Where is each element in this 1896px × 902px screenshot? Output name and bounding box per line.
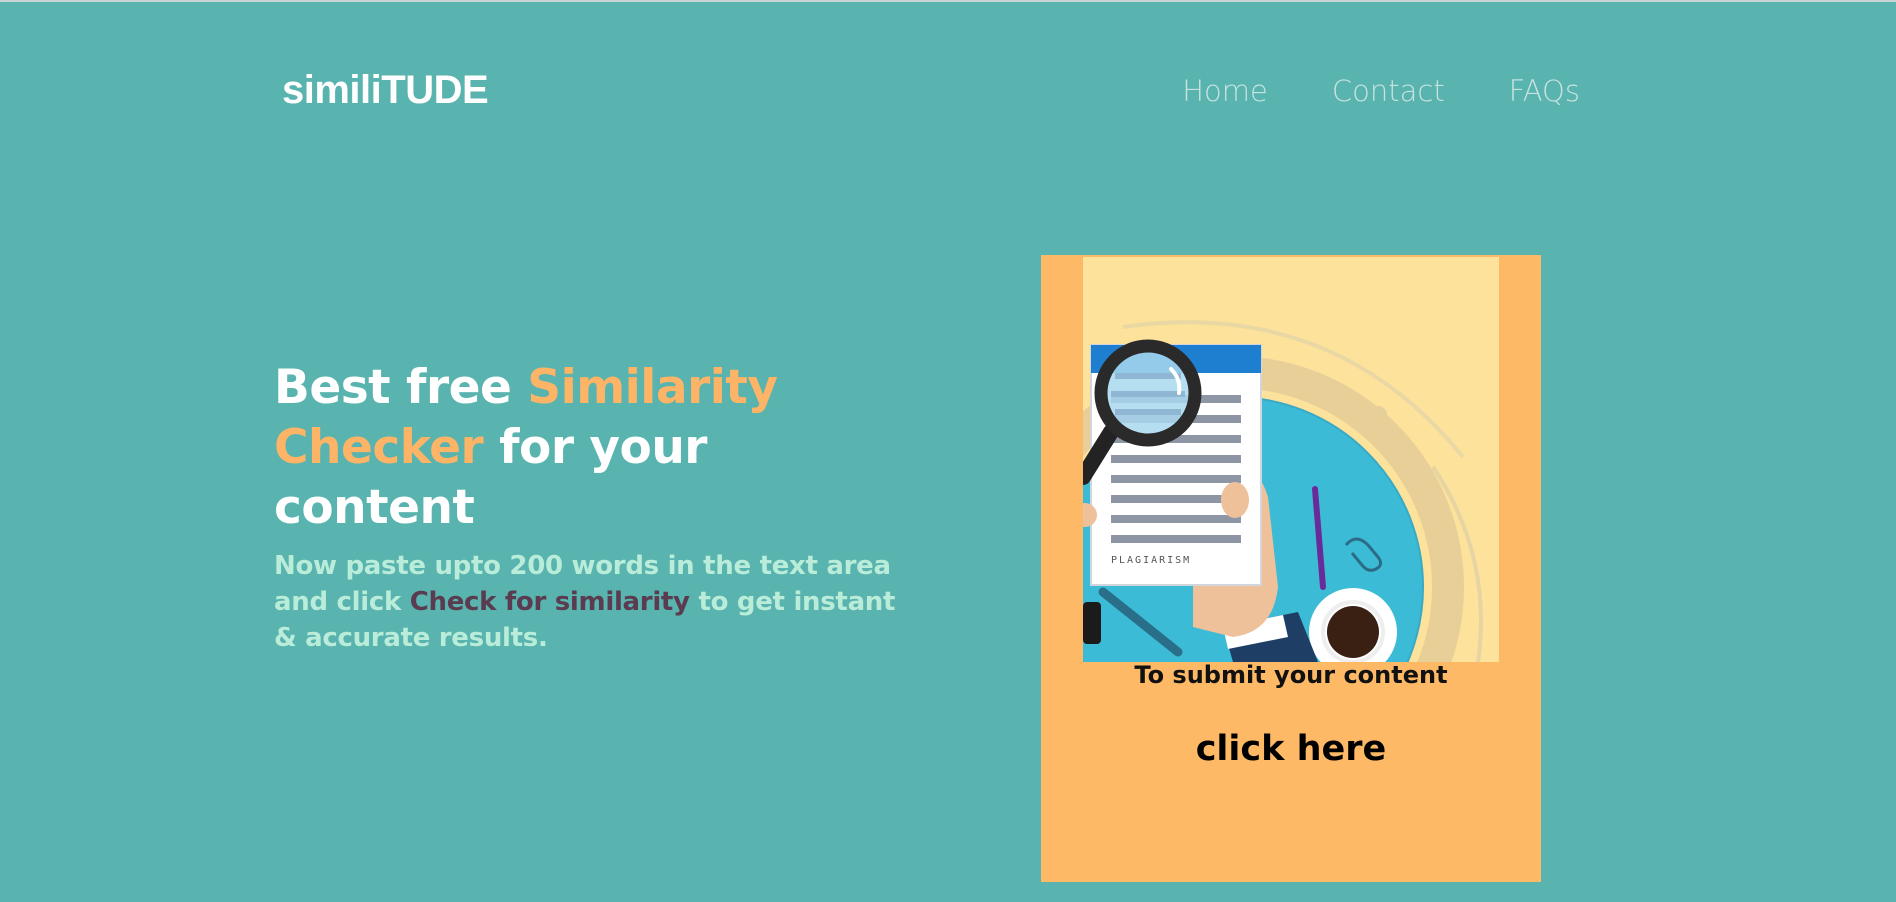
- hero-headline: Best free Similarity Checker for your co…: [274, 358, 914, 538]
- site-logo[interactable]: similiTUDE: [282, 68, 489, 113]
- submit-card: PLAGIARISM To submit your content click …: [1041, 255, 1541, 882]
- nav-contact-link[interactable]: Contact: [1332, 74, 1445, 108]
- illustration-label: PLAGIARISM: [1111, 555, 1191, 566]
- hero-subtext: Now paste upto 200 words in the text are…: [274, 548, 914, 656]
- click-here-link[interactable]: click here: [1041, 729, 1541, 769]
- subtext-highlight: Check for similarity: [409, 587, 690, 617]
- headline-part-1: Best free: [274, 360, 528, 415]
- card-caption: To submit your content: [1134, 661, 1448, 689]
- hero-section: Best free Similarity Checker for your co…: [274, 358, 914, 656]
- nav-faqs-link[interactable]: FAQs: [1509, 74, 1580, 108]
- plagiarism-illustration: PLAGIARISM: [1083, 257, 1499, 662]
- illustration-graphic: PLAGIARISM: [1083, 320, 1483, 662]
- main-nav: Home Contact FAQs: [1182, 74, 1580, 108]
- nav-home-link[interactable]: Home: [1182, 74, 1268, 108]
